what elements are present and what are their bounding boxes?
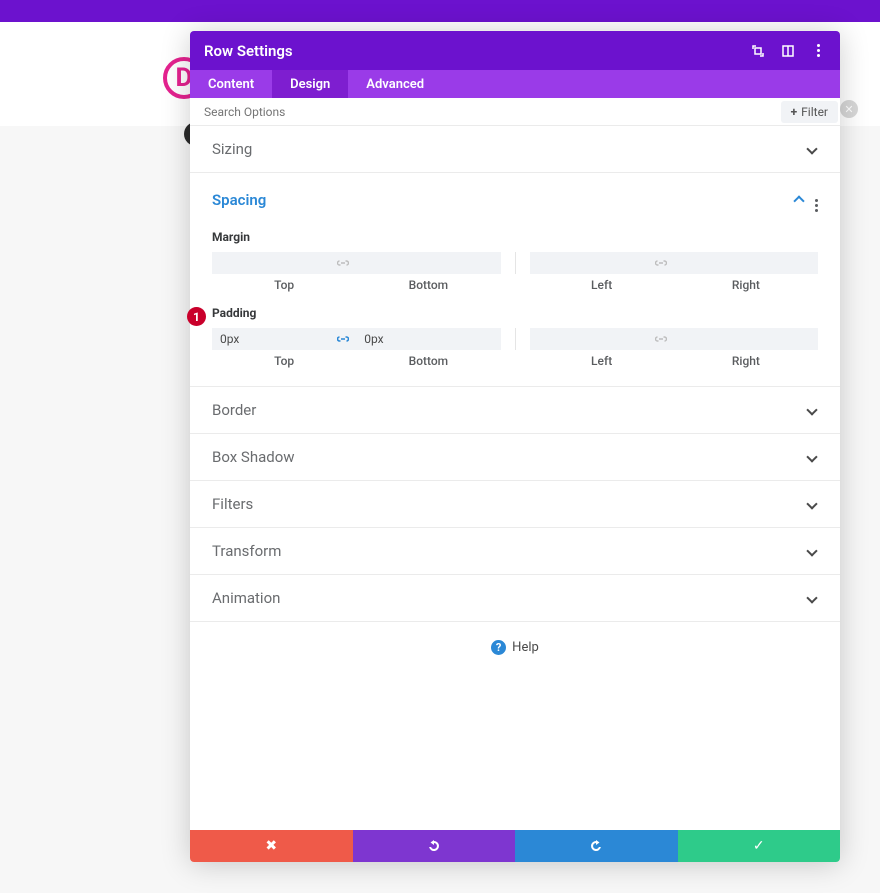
section-title: Border: [212, 401, 806, 419]
section-title: Spacing: [212, 191, 793, 209]
panel-icon[interactable]: [780, 43, 796, 59]
modal-footer: ✖ ✓: [190, 830, 840, 862]
check-icon: ✓: [753, 838, 765, 854]
section-kebab-icon[interactable]: [815, 187, 818, 212]
close-icon: ✖: [265, 838, 277, 854]
chevron-down-icon: [806, 451, 818, 463]
padding-top-input[interactable]: [212, 328, 356, 350]
chevron-down-icon: [806, 498, 818, 510]
sublabel-bottom: Bottom: [356, 278, 500, 292]
sublabel-left: Left: [530, 278, 674, 292]
expand-icon[interactable]: [750, 43, 766, 59]
app-top-bar: [0, 0, 880, 22]
padding-bottom-input[interactable]: [356, 328, 500, 350]
margin-row: Top Bottom: [212, 252, 818, 292]
sublabel-bottom: Bottom: [356, 354, 500, 368]
section-header-transform[interactable]: Transform: [190, 528, 840, 574]
filter-button[interactable]: + Filter: [781, 101, 838, 123]
sublabel-right: Right: [674, 354, 818, 368]
section-header-box-shadow[interactable]: Box Shadow: [190, 434, 840, 480]
tab-advanced[interactable]: Advanced: [348, 70, 442, 98]
undo-button[interactable]: [353, 830, 516, 862]
sublabel-top: Top: [212, 354, 356, 368]
section-title: Box Shadow: [212, 448, 806, 466]
section-title: Filters: [212, 495, 806, 513]
section-header-spacing[interactable]: Spacing: [190, 173, 840, 226]
redo-button[interactable]: [515, 830, 678, 862]
chevron-down-icon: [806, 404, 818, 416]
margin-label: Margin: [212, 230, 818, 244]
chevron-down-icon: [806, 143, 818, 155]
link-icon[interactable]: [654, 256, 668, 270]
chevron-down-icon: [806, 545, 818, 557]
padding-right-input[interactable]: [674, 328, 818, 350]
tab-design[interactable]: Design: [272, 70, 348, 98]
save-button[interactable]: ✓: [678, 830, 841, 862]
section-transform: Transform: [190, 528, 840, 575]
kebab-menu-icon[interactable]: [810, 43, 826, 59]
search-input[interactable]: [190, 105, 779, 119]
padding-label: Padding: [212, 306, 818, 320]
row-settings-modal: Row Settings Content Design Advanced + F…: [190, 31, 840, 862]
chevron-down-icon: [806, 592, 818, 604]
search-bar: + Filter: [190, 98, 840, 126]
divider: [515, 328, 516, 350]
section-header-border[interactable]: Border: [190, 387, 840, 433]
tab-content[interactable]: Content: [190, 70, 272, 98]
plus-icon: +: [791, 105, 798, 119]
tabs: Content Design Advanced: [190, 70, 840, 98]
link-icon[interactable]: [654, 332, 668, 346]
section-animation: Animation: [190, 575, 840, 622]
section-border: Border: [190, 387, 840, 434]
margin-bottom-input[interactable]: [356, 252, 500, 274]
section-header-sizing[interactable]: Sizing: [190, 126, 840, 172]
section-title: Animation: [212, 589, 806, 607]
section-box-shadow: Box Shadow: [190, 434, 840, 481]
modal-header: Row Settings: [190, 31, 840, 70]
sublabel-left: Left: [530, 354, 674, 368]
help-icon: ?: [491, 640, 506, 655]
section-title: Transform: [212, 542, 806, 560]
sublabel-top: Top: [212, 278, 356, 292]
margin-top-input[interactable]: [212, 252, 356, 274]
help-row[interactable]: ? Help: [190, 622, 840, 673]
annotation-badge-1: 1: [187, 307, 206, 326]
filter-label: Filter: [801, 105, 828, 119]
section-title: Sizing: [212, 140, 806, 158]
section-spacing: Spacing Margin Top: [190, 173, 840, 387]
padding-row: Top Bottom: [212, 328, 818, 368]
sublabel-right: Right: [674, 278, 818, 292]
help-label: Help: [512, 640, 539, 655]
close-overlay-icon[interactable]: ✕: [840, 100, 858, 118]
cancel-button[interactable]: ✖: [190, 830, 353, 862]
section-filters: Filters: [190, 481, 840, 528]
chevron-up-icon: [793, 194, 805, 206]
spacing-body: Margin Top Bottom: [190, 230, 840, 386]
section-header-filters[interactable]: Filters: [190, 481, 840, 527]
modal-content: Sizing Spacing Margin: [190, 126, 840, 830]
undo-icon: [426, 838, 442, 854]
section-sizing: Sizing: [190, 126, 840, 173]
margin-left-input[interactable]: [530, 252, 674, 274]
padding-left-input[interactable]: [530, 328, 674, 350]
header-icons: [750, 43, 826, 59]
link-icon[interactable]: [336, 256, 350, 270]
divider: [515, 252, 516, 274]
section-header-animation[interactable]: Animation: [190, 575, 840, 621]
modal-title: Row Settings: [204, 42, 750, 60]
redo-icon: [588, 838, 604, 854]
link-icon-active[interactable]: [336, 332, 350, 346]
margin-right-input[interactable]: [674, 252, 818, 274]
